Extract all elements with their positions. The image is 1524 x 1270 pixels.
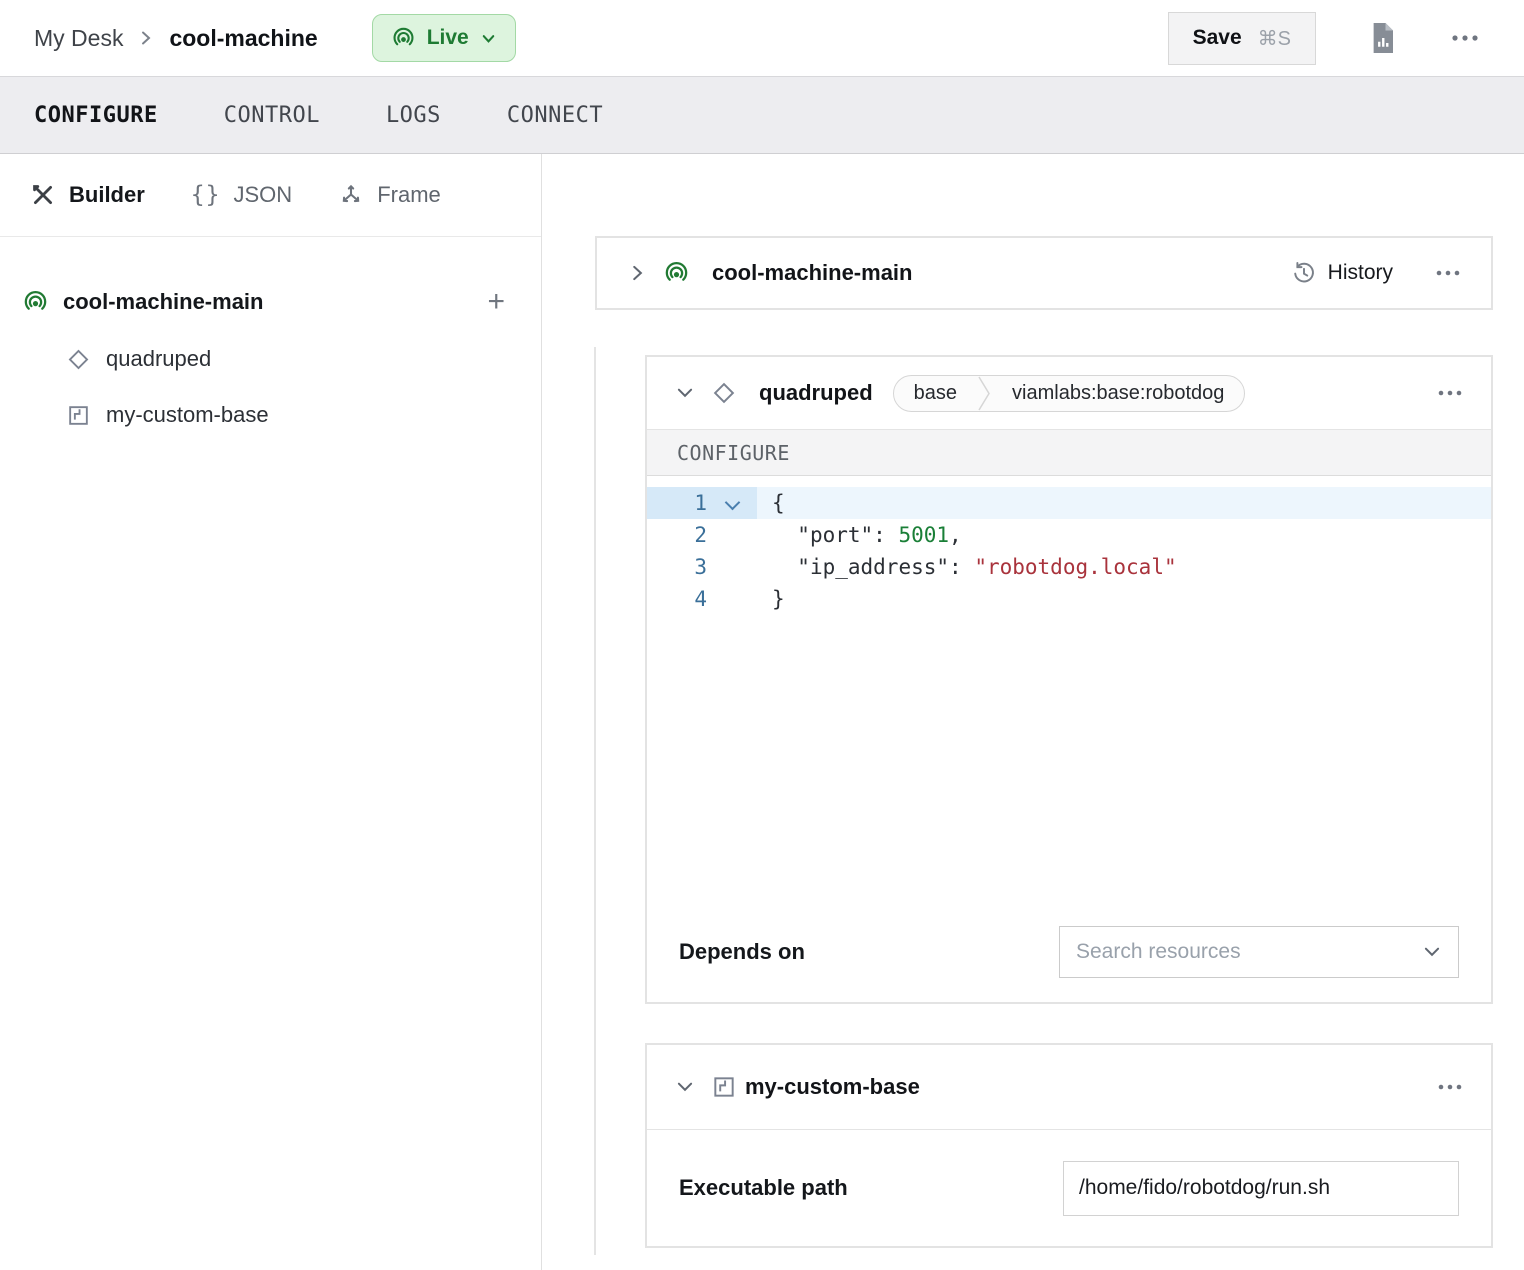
view-builder[interactable]: Builder (30, 182, 145, 208)
badge-type: base (894, 382, 977, 405)
stats-file-icon (1368, 21, 1398, 55)
config-view-switcher: Builder {} JSON Frame (0, 154, 541, 237)
line-number: 3 (647, 551, 713, 583)
my-custom-base-menu-button[interactable] (1437, 1083, 1463, 1091)
tab-configure[interactable]: CONFIGURE (34, 103, 158, 128)
tree-item-machine-part[interactable]: cool-machine-main + (0, 273, 541, 331)
breadcrumb-location[interactable]: My Desk (34, 25, 123, 52)
tree-root-label: cool-machine-main (63, 289, 473, 315)
chevron-down-icon[interactable] (675, 1077, 695, 1097)
quadruped-card-header: quadruped base viamlabs:base:robotdog (647, 357, 1491, 430)
code-line[interactable]: 2 "port": 5001, (647, 519, 1491, 551)
live-icon (391, 26, 416, 51)
frame-axes-icon (338, 182, 364, 208)
resource-type-badge: base viamlabs:base:robotdog (893, 375, 1246, 412)
fold-spacer (713, 551, 757, 583)
live-status-label: Live (427, 26, 469, 50)
my-custom-base-title: my-custom-base (745, 1074, 920, 1100)
machine-part-title: cool-machine-main (712, 260, 912, 286)
fold-spacer (713, 583, 757, 615)
history-button[interactable]: History (1291, 260, 1393, 286)
viam-app: My Desk cool-machine Live Save ⌘S (0, 0, 1524, 1270)
line-number: 4 (647, 583, 713, 615)
view-frame[interactable]: Frame (338, 182, 441, 208)
tree-child-label: quadruped (106, 346, 211, 372)
save-button[interactable]: Save ⌘S (1168, 12, 1316, 65)
component-icon (711, 380, 737, 406)
executable-path-label: Executable path (679, 1175, 848, 1201)
history-icon (1291, 260, 1317, 286)
badge-divider-chevron-icon (977, 375, 992, 412)
machine-part-icon (22, 289, 49, 316)
line-number: 2 (647, 519, 713, 551)
code-text: { (757, 487, 785, 519)
machine-part-menu-button[interactable] (1435, 269, 1461, 277)
view-builder-label: Builder (69, 182, 145, 208)
ellipsis-icon (1437, 389, 1463, 397)
code-line[interactable]: 3 "ip_address": "robotdog.local" (647, 551, 1491, 583)
configure-section-label: CONFIGURE (677, 441, 790, 465)
chevron-down-icon (1422, 942, 1442, 962)
main-tabbar: CONFIGURE CONTROL LOGS CONNECT (0, 77, 1524, 154)
quadruped-title: quadruped (759, 380, 873, 406)
my-custom-base-card-header: my-custom-base (647, 1045, 1491, 1130)
tree-child-label: my-custom-base (106, 402, 269, 428)
line-number: 1 (647, 487, 713, 519)
config-main-pane: cool-machine-main History (542, 154, 1524, 1270)
search-resources-input[interactable] (1076, 940, 1422, 964)
chevron-right-icon[interactable] (627, 263, 647, 283)
curly-braces-icon: {} (191, 182, 221, 208)
builder-tools-icon (30, 182, 56, 208)
config-sidebar: Builder {} JSON Frame (0, 154, 542, 1270)
module-icon (66, 403, 91, 428)
ellipsis-icon (1450, 33, 1480, 43)
code-editor[interactable]: 1{2 "port": 5001,3 "ip_address": "robotd… (647, 476, 1491, 901)
history-label: History (1328, 261, 1393, 285)
save-label: Save (1193, 26, 1242, 50)
tab-connect[interactable]: CONNECT (507, 103, 603, 128)
my-custom-base-card-body: Executable path (647, 1130, 1491, 1246)
ellipsis-icon (1437, 1083, 1463, 1091)
code-text: } (757, 583, 785, 615)
save-shortcut: ⌘S (1258, 26, 1291, 51)
machine-part-icon (663, 260, 690, 287)
breadcrumb-chevron-icon (137, 29, 155, 47)
breadcrumb-machine-name: cool-machine (169, 25, 317, 52)
tree-item-quadruped[interactable]: quadruped (0, 331, 541, 387)
view-frame-label: Frame (377, 182, 441, 208)
code-text: "ip_address": "robotdog.local" (757, 551, 1177, 583)
fold-spacer (713, 519, 757, 551)
depends-on-label: Depends on (679, 939, 805, 965)
quadruped-menu-button[interactable] (1437, 389, 1463, 397)
tab-control[interactable]: CONTROL (224, 103, 320, 128)
code-line[interactable]: 4} (647, 583, 1491, 615)
tab-logs[interactable]: LOGS (386, 103, 441, 128)
resource-tree: cool-machine-main + quadruped my-cus (0, 237, 541, 443)
depends-on-row: Depends on (647, 901, 1491, 1002)
topbar: My Desk cool-machine Live Save ⌘S (0, 0, 1524, 77)
machine-part-card: cool-machine-main History (595, 236, 1493, 310)
tree-item-my-custom-base[interactable]: my-custom-base (0, 387, 541, 443)
topbar-menu-button[interactable] (1450, 33, 1480, 43)
ellipsis-icon (1435, 269, 1461, 277)
configure-section-header: CONFIGURE (647, 430, 1491, 476)
add-resource-button[interactable]: + (487, 287, 505, 317)
view-json-label: JSON (234, 182, 293, 208)
depends-on-dropdown[interactable] (1059, 926, 1459, 978)
code-text: "port": 5001, (757, 519, 962, 551)
component-icon (66, 347, 91, 372)
fold-chevron-icon[interactable] (713, 487, 757, 519)
chevron-down-icon[interactable] (675, 383, 695, 403)
badge-model: viamlabs:base:robotdog (992, 382, 1244, 405)
code-line[interactable]: 1{ (647, 487, 1491, 519)
executable-path-input[interactable] (1063, 1161, 1459, 1216)
my-custom-base-card: my-custom-base Executable path (645, 1043, 1493, 1248)
view-json[interactable]: {} JSON (191, 182, 292, 208)
chevron-down-icon (480, 30, 497, 47)
live-status-dropdown[interactable]: Live (372, 14, 516, 62)
quadruped-card: quadruped base viamlabs:base:robotdog CO… (645, 355, 1493, 1004)
module-icon (711, 1074, 737, 1100)
machine-stats-button[interactable] (1368, 21, 1398, 55)
tree-connector-line (594, 347, 596, 1255)
